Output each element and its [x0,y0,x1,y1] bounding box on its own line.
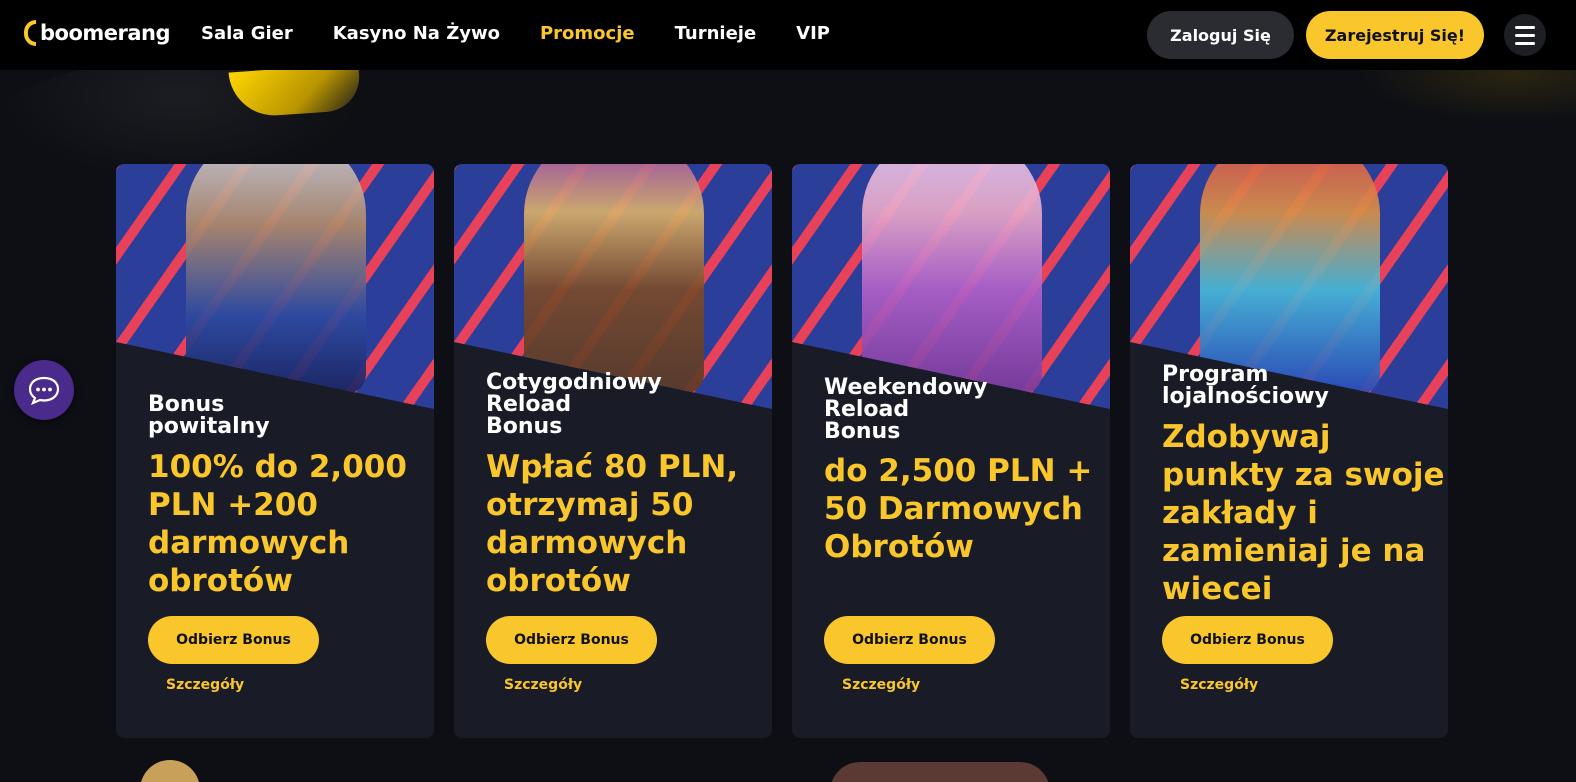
promo-card-offer: Wpłać 80 PLN, otrzymaj 50 darmowych obro… [486,449,739,599]
promo-card-title: Cotygodniowy Reload Bonus [486,370,662,439]
details-link[interactable]: Szczegóły [842,677,920,693]
background-decoration-bottom-mid [830,762,1050,782]
promo-card-weekend-reload: Weekendowy Reload Bonus do 2,500 PLN + 5… [792,164,1110,738]
register-button[interactable]: Zarejestruj Się! [1306,11,1484,59]
top-navigation-bar: boomerang Sala Gier Kasyno Na Żywo Promo… [0,0,1576,70]
chat-button[interactable] [14,360,74,420]
promo-card-offer: Zdobywaj punkty za swoje zakłady i zamie… [1162,419,1445,607]
main-nav: Sala Gier Kasyno Na Żywo Promocje Turnie… [201,23,870,44]
hamburger-menu-icon[interactable] [1504,14,1546,56]
claim-bonus-button[interactable]: Odbierz Bonus [148,616,319,664]
menu-line [1515,33,1535,37]
promo-card-loyalty-program: Program lojalnościowy Zdobywaj punkty za… [1130,164,1448,738]
nav-item-kasyno-na-zywo[interactable]: Kasyno Na Żywo [333,23,500,44]
menu-line [1515,41,1535,45]
nav-item-sala-gier[interactable]: Sala Gier [201,23,293,44]
background-decoration-right [1360,62,1576,122]
promo-card-offer: 100% do 2,000 PLN +200 darmowych obrotów [148,449,407,599]
menu-line [1515,25,1535,29]
login-button[interactable]: Zaloguj Się [1147,11,1294,59]
chat-bubble-icon [28,376,60,405]
promo-card-title: Program lojalnościowy [1162,362,1329,409]
claim-bonus-button[interactable]: Odbierz Bonus [824,616,995,664]
promo-card-weekly-reload: Cotygodniowy Reload Bonus Wpłać 80 PLN, … [454,164,772,738]
details-link[interactable]: Szczegóły [1180,677,1258,693]
promo-card-title: Weekendowy Reload Bonus [824,375,988,444]
promo-character-image [524,164,704,394]
promo-card-art [116,164,434,409]
promo-card-welcome-bonus: Bonus powitalny 100% do 2,000 PLN +200 d… [116,164,434,738]
details-link[interactable]: Szczegóły [504,677,582,693]
promo-card-offer: do 2,500 PLN + 50 Darmowych Obrotów [824,453,1093,565]
promo-card-title: Bonus powitalny [148,392,270,439]
promo-character-image [862,164,1042,394]
claim-bonus-button[interactable]: Odbierz Bonus [486,616,657,664]
nav-item-vip[interactable]: VIP [796,23,830,44]
nav-item-promocje[interactable]: Promocje [540,23,635,44]
promo-character-image [186,164,366,394]
promo-character-image [1200,164,1380,394]
details-link[interactable]: Szczegóły [166,677,244,693]
boomerang-logo-icon [24,20,36,46]
claim-bonus-button[interactable]: Odbierz Bonus [1162,616,1333,664]
boomerang-logo[interactable]: boomerang [24,20,171,46]
background-decoration-bottom [140,760,200,782]
logo-text: boomerang [40,21,171,45]
nav-item-turnieje[interactable]: Turnieje [675,23,757,44]
